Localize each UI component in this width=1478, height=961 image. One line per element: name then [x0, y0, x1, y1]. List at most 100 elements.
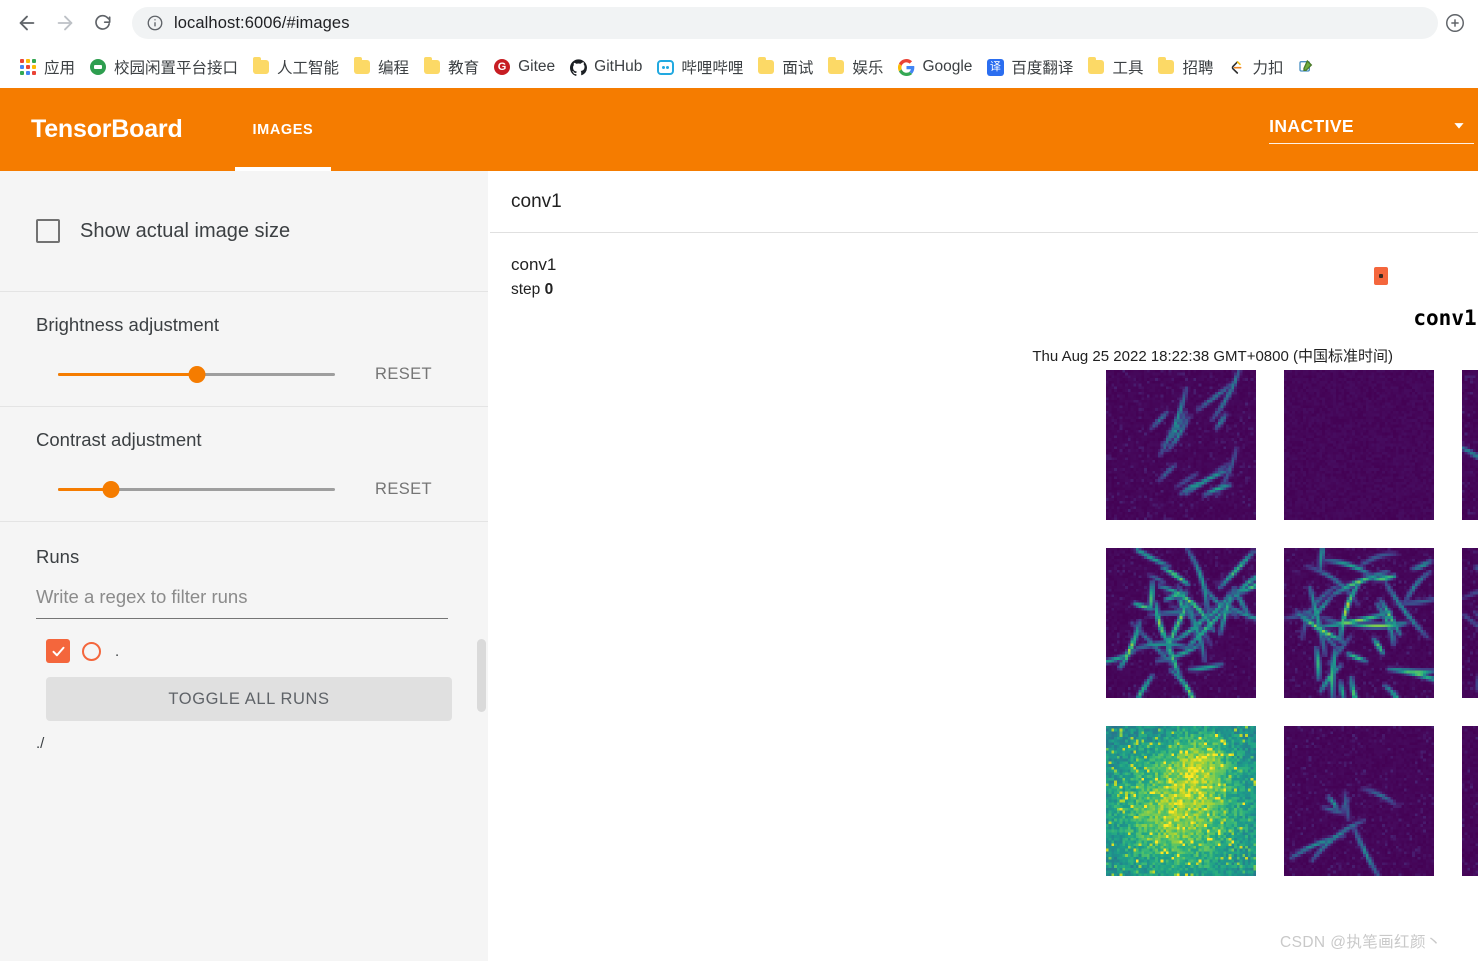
conv1-feature-map-figure: conv1 0204005002040050020400500204005002… [1000, 306, 1478, 936]
contrast-label: Contrast adjustment [36, 429, 202, 450]
run-color-swatch[interactable] [1374, 267, 1388, 285]
bookmark-item[interactable]: 力扣 [1220, 52, 1290, 82]
brightness-reset-button[interactable]: RESET [375, 365, 432, 384]
tab-images[interactable]: IMAGES [234, 88, 332, 171]
tensorboard-header: TensorBoard IMAGES INACTIVE [0, 88, 1478, 171]
bookmarks-bar: 应用 校园闲置平台接口 人工智能 编程 教育 G Gitee GitHub 哔哩哔哩 面试 娱乐 Go… [0, 46, 1478, 88]
bookmark-item[interactable]: GitHub [562, 52, 649, 82]
folder-icon [353, 57, 371, 76]
chevron-down-icon[interactable] [1448, 114, 1470, 141]
address-bar[interactable]: localhost:6006/#images [132, 7, 1438, 39]
run-color-circle-icon [82, 641, 101, 661]
folder-icon [252, 57, 270, 76]
bookmark-item[interactable]: 面试 [750, 52, 820, 82]
bookmark-item[interactable]: 校园闲置平台接口 [82, 52, 245, 82]
bookmark-item[interactable]: 编程 [346, 52, 416, 82]
google-g-icon [897, 58, 915, 76]
subplot-panel: 02040050 [1404, 534, 1478, 712]
reload-icon[interactable] [84, 4, 122, 42]
bookmark-label: 面试 [782, 60, 814, 77]
category-header[interactable]: conv1 [490, 171, 1478, 233]
bookmark-item[interactable]: 工具 [1080, 52, 1150, 82]
bookmark-label: GitHub [594, 58, 643, 75]
subplot-panel: 02040050 [1048, 356, 1256, 534]
bookmark-label: 百度翻译 [1011, 60, 1074, 77]
contrast-section: Contrast adjustment RESET [0, 407, 488, 522]
feature-map-image[interactable]: 02040050 [1462, 726, 1478, 876]
info-circle-icon[interactable] [146, 14, 164, 32]
show-actual-image-size-row[interactable]: Show actual image size [36, 193, 452, 269]
apps-grid-icon [19, 58, 37, 76]
contrast-slider-thumb[interactable] [102, 481, 120, 498]
tab-images-label: IMAGES [252, 121, 314, 138]
contrast-reset-button[interactable]: RESET [375, 480, 432, 499]
toggle-all-runs-button[interactable]: TOGGLE ALL RUNS [46, 677, 452, 721]
subplot-panel: 02040050 [1048, 712, 1256, 890]
subplot-panel: 02040050 [1048, 534, 1256, 712]
leetcode-icon [1227, 58, 1245, 76]
sidebar-scrollbar[interactable] [477, 639, 486, 712]
brightness-slider-row: RESET [36, 364, 452, 384]
runs-filter-input[interactable]: Write a regex to filter runs [36, 586, 448, 619]
folder-icon [1157, 57, 1175, 76]
bookmark-label: 招聘 [1182, 60, 1214, 77]
folder-icon [757, 57, 775, 76]
bookmark-item[interactable]: 译百度翻译 [979, 52, 1080, 82]
subplot-row: 02040050020400500204005002040050 [1048, 534, 1478, 712]
run-list-item[interactable]: . [46, 635, 452, 667]
bilibili-icon [656, 58, 674, 76]
run-checkbox[interactable] [46, 639, 70, 663]
subplot-grid: 0204005002040050020400500204005002040050… [1048, 356, 1478, 890]
step-label: step [511, 281, 541, 298]
bookmark-item[interactable]: 招聘 [1150, 52, 1220, 82]
address-bar-text: localhost:6006/#images [174, 13, 350, 32]
bookmark-label: 编程 [378, 60, 410, 77]
back-arrow-icon[interactable] [8, 4, 46, 42]
show-actual-image-size-checkbox[interactable] [36, 219, 60, 243]
bookmark-label: Gitee [518, 58, 556, 75]
bookmark-item[interactable] [1290, 52, 1329, 82]
subplot-panel: 02040050 [1226, 356, 1434, 534]
runs-filter-placeholder: Write a regex to filter runs [36, 586, 248, 607]
brightness-label: Brightness adjustment [36, 314, 220, 335]
bookmark-item[interactable]: 娱乐 [820, 52, 890, 82]
account-circle-icon[interactable] [1440, 8, 1470, 38]
brightness-slider[interactable] [58, 364, 335, 384]
subplot-panel: 02040050 [1404, 712, 1478, 890]
feature-map-image[interactable]: 02040050 [1462, 370, 1478, 520]
subplot-panel: 02040050 [1226, 712, 1434, 890]
bookmark-label: 力扣 [1252, 60, 1284, 77]
show-actual-size-section: Show actual image size [0, 171, 488, 292]
folder-icon [423, 57, 441, 76]
category-title: conv1 [511, 190, 562, 212]
bookmark-label: 娱乐 [852, 60, 884, 77]
runs-heading: Runs [36, 546, 80, 567]
green-globe-icon [89, 58, 107, 76]
contrast-slider[interactable] [58, 479, 335, 499]
bookmark-item[interactable]: 人工智能 [245, 52, 346, 82]
gitee-icon: G [493, 58, 511, 76]
bookmark-label: 应用 [44, 60, 76, 77]
brightness-slider-thumb[interactable] [188, 366, 205, 383]
figure-title: conv1 [1413, 306, 1477, 330]
run-status-dropdown[interactable]: INACTIVE [1269, 116, 1474, 144]
bookmark-item[interactable]: G Gitee [486, 52, 562, 82]
csdn-watermark: CSDN @执笔画红颜丶 [1280, 934, 1442, 951]
bookmark-item[interactable]: 应用 [12, 52, 82, 82]
bookmark-item[interactable]: 哔哩哔哩 [649, 52, 750, 82]
image-card-step: step 0 [511, 281, 1478, 299]
tensorboard-logo[interactable]: TensorBoard [31, 115, 183, 144]
baidu-fanyi-icon: 译 [986, 58, 1004, 76]
bookmark-label: Google [922, 58, 973, 75]
bookmark-item[interactable]: Google [890, 52, 979, 82]
subplot-row: 02040050020400500204005002040050 [1048, 712, 1478, 890]
image-card: conv1 step 0 Thu Aug 25 2022 18:22:38 GM… [490, 233, 1478, 365]
feature-map-image[interactable]: 02040050 [1462, 548, 1478, 698]
bookmark-item[interactable]: 教育 [416, 52, 486, 82]
bookmark-label: 人工智能 [277, 60, 340, 77]
bookmark-label: 哔哩哔哩 [681, 60, 744, 77]
subplot-row: 02040050020400500204005002040050 [1048, 356, 1478, 534]
brightness-section: Brightness adjustment RESET [0, 292, 488, 407]
forward-arrow-icon[interactable] [46, 4, 84, 42]
contrast-slider-row: RESET [36, 479, 452, 499]
